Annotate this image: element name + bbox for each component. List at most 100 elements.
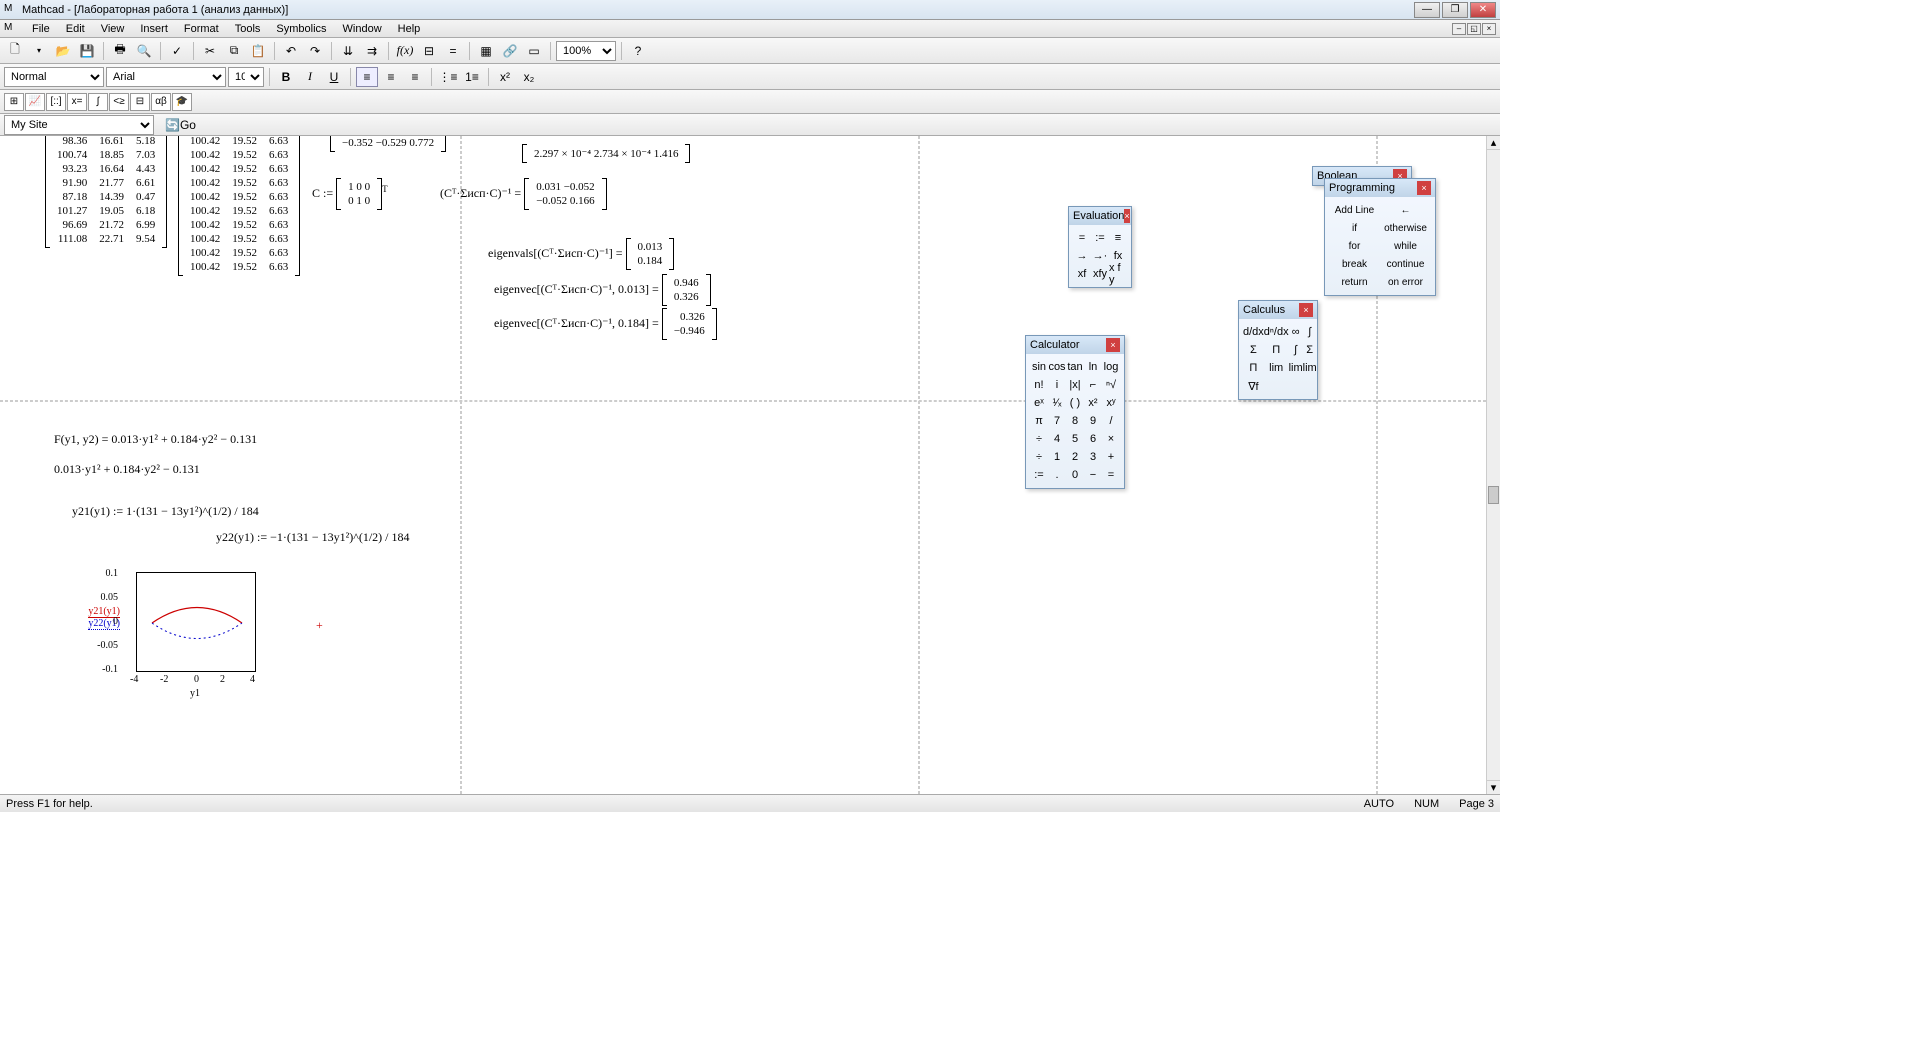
prog-btn[interactable]: break bbox=[1329, 255, 1380, 273]
menu-format[interactable]: Format bbox=[176, 23, 227, 35]
vertical-scrollbar[interactable]: ▴ ▾ bbox=[1486, 136, 1500, 794]
calc-btn[interactable]: 8 bbox=[1066, 412, 1084, 430]
calc-btn[interactable]: 7 bbox=[1048, 412, 1066, 430]
menu-tools[interactable]: Tools bbox=[227, 23, 269, 35]
calculator-palette-icon[interactable]: ⊞ bbox=[4, 93, 24, 111]
calculus-btn[interactable]: lim bbox=[1264, 359, 1289, 377]
eq-f-definition[interactable]: F(y1, y2) = 0.013·y1² + 0.184·y2² − 0.13… bbox=[54, 432, 257, 447]
matrix-data-mid[interactable]: 100.4219.526.63100.4219.526.63100.4219.5… bbox=[178, 136, 300, 276]
programming-palette-icon[interactable]: ⊟ bbox=[130, 93, 150, 111]
matrix-data-left[interactable]: 98.3616.615.18100.7418.857.0393.2316.644… bbox=[45, 136, 167, 248]
align-down-icon[interactable]: ⇊ bbox=[337, 41, 359, 61]
scroll-thumb[interactable] bbox=[1488, 486, 1499, 504]
palette-close-icon[interactable]: × bbox=[1124, 209, 1129, 223]
doc-close[interactable]: × bbox=[1482, 23, 1496, 35]
prog-btn[interactable]: continue bbox=[1380, 255, 1431, 273]
greek-palette-icon[interactable]: αβ bbox=[151, 93, 171, 111]
font-select[interactable]: Arial bbox=[106, 67, 226, 87]
calc-btn[interactable]: π bbox=[1030, 412, 1048, 430]
calculus-btn[interactable]: ∞ bbox=[1289, 323, 1303, 341]
calc-btn[interactable]: i bbox=[1048, 376, 1066, 394]
align-center-button[interactable]: ≡ bbox=[380, 67, 402, 87]
eval-assign[interactable]: := bbox=[1091, 229, 1109, 247]
doc-minimize[interactable]: – bbox=[1452, 23, 1466, 35]
menu-window[interactable]: Window bbox=[335, 23, 390, 35]
calculus-btn[interactable]: Σ bbox=[1243, 341, 1264, 359]
calculus-btn[interactable]: d/dx bbox=[1243, 323, 1264, 341]
calc-btn[interactable]: / bbox=[1102, 412, 1120, 430]
align-right-button[interactable]: ≡ bbox=[404, 67, 426, 87]
calc-btn[interactable]: x² bbox=[1084, 394, 1102, 412]
eq-c-definition[interactable]: C := 1 0 00 1 0T bbox=[312, 178, 388, 210]
calc-btn[interactable]: ÷ bbox=[1030, 430, 1048, 448]
calc-btn[interactable]: 6 bbox=[1084, 430, 1102, 448]
calc-btn[interactable]: 3 bbox=[1084, 448, 1102, 466]
calculus-palette[interactable]: Calculus× d/dxdⁿ/dx∞∫ΣΠ∫ΣΠlimlimlim∇f bbox=[1238, 300, 1318, 400]
new-dropdown-icon[interactable]: ▾ bbox=[28, 41, 50, 61]
print-icon[interactable]: 🖶 bbox=[109, 41, 131, 61]
cut-icon[interactable]: ✂ bbox=[199, 41, 221, 61]
evaluation-palette[interactable]: Evaluation× = := ≡ → →· fx xf xfy x f y bbox=[1068, 206, 1132, 288]
calc-btn[interactable]: ( ) bbox=[1066, 394, 1084, 412]
new-icon[interactable]: 🗋 bbox=[4, 41, 26, 61]
calc-btn[interactable]: − bbox=[1084, 466, 1102, 484]
spell-icon[interactable]: ✓ bbox=[166, 41, 188, 61]
calculator-palette[interactable]: Calculator× sincostanlnlogn!i|x|⌐ⁿ√eˣ¹⁄ₓ… bbox=[1025, 335, 1125, 489]
region-icon[interactable]: ▭ bbox=[523, 41, 545, 61]
calc-btn[interactable]: eˣ bbox=[1030, 394, 1048, 412]
eq-eigenvals[interactable]: eigenvals[(Cᵀ·Σисп·C)⁻¹] = 0.0130.184 bbox=[488, 238, 674, 270]
calculus-btn[interactable]: lim bbox=[1289, 359, 1303, 377]
zoom-select[interactable]: 100% bbox=[556, 41, 616, 61]
eval-xfy2[interactable]: x f y bbox=[1109, 265, 1127, 283]
close-button[interactable]: ✕ bbox=[1470, 2, 1496, 18]
numbering-button[interactable]: 1≡ bbox=[461, 67, 483, 87]
eval-arrowdot[interactable]: →· bbox=[1091, 247, 1109, 265]
calc-btn[interactable]: |x| bbox=[1066, 376, 1084, 394]
superscript-button[interactable]: x² bbox=[494, 67, 516, 87]
minimize-button[interactable]: — bbox=[1414, 2, 1440, 18]
calculus-btn[interactable]: dⁿ/dx bbox=[1264, 323, 1289, 341]
menu-help[interactable]: Help bbox=[390, 23, 429, 35]
prog-btn[interactable]: otherwise bbox=[1380, 219, 1431, 237]
eq-inverse[interactable]: (Cᵀ·Σисп·C)⁻¹ = 0.031 −0.052−0.052 0.166 bbox=[440, 178, 607, 210]
nav-select[interactable]: My Site bbox=[4, 115, 154, 135]
calc-btn[interactable]: 4 bbox=[1048, 430, 1066, 448]
prog-btn[interactable]: ← bbox=[1380, 201, 1431, 219]
eval-global[interactable]: ≡ bbox=[1109, 229, 1127, 247]
calc-btn[interactable]: ⌐ bbox=[1084, 376, 1102, 394]
calc-btn[interactable]: ln bbox=[1084, 358, 1102, 376]
eval-icon[interactable]: = bbox=[442, 41, 464, 61]
graph-palette-icon[interactable]: 📈 bbox=[25, 93, 45, 111]
palette-close-icon[interactable]: × bbox=[1299, 303, 1313, 317]
eq-y21[interactable]: y21(y1) := 1·(131 − 13y1²)^(1/2) / 184 bbox=[72, 504, 259, 519]
symbolic-palette-icon[interactable]: 🎓 bbox=[172, 93, 192, 111]
eq-eigenvec-1[interactable]: eigenvec[(Cᵀ·Σисп·C)⁻¹, 0.013] = 0.9460.… bbox=[494, 274, 711, 306]
style-select[interactable]: Normal bbox=[4, 67, 104, 87]
prog-btn[interactable]: for bbox=[1329, 237, 1380, 255]
calc-btn[interactable]: 9 bbox=[1084, 412, 1102, 430]
calc-btn[interactable]: n! bbox=[1030, 376, 1048, 394]
calc-btn[interactable]: × bbox=[1102, 430, 1120, 448]
preview-icon[interactable]: 🔍 bbox=[133, 41, 155, 61]
calculus-palette-icon[interactable]: ∫ bbox=[88, 93, 108, 111]
calc-btn[interactable]: + bbox=[1102, 448, 1120, 466]
prog-btn[interactable]: return bbox=[1329, 273, 1380, 291]
help-icon[interactable]: ? bbox=[627, 41, 649, 61]
prog-btn[interactable]: if bbox=[1329, 219, 1380, 237]
calculus-btn[interactable]: Π bbox=[1264, 341, 1289, 359]
calc-btn[interactable]: ¹⁄ₓ bbox=[1048, 394, 1066, 412]
redo-icon[interactable]: ↷ bbox=[304, 41, 326, 61]
calculus-btn[interactable]: ∫ bbox=[1303, 323, 1317, 341]
save-icon[interactable]: 💾 bbox=[76, 41, 98, 61]
calc-btn[interactable]: cos bbox=[1048, 358, 1066, 376]
calc-btn[interactable]: log bbox=[1102, 358, 1120, 376]
size-select[interactable]: 10 bbox=[228, 67, 264, 87]
programming-palette[interactable]: Programming× Add Line←ifotherwiseforwhil… bbox=[1324, 178, 1436, 296]
units-icon[interactable]: ⊟ bbox=[418, 41, 440, 61]
calc-btn[interactable]: tan bbox=[1066, 358, 1084, 376]
matrix-palette-icon[interactable]: [::] bbox=[46, 93, 66, 111]
eq-eigenvec-2[interactable]: eigenvec[(Cᵀ·Σисп·C)⁻¹, 0.184] = 0.326−0… bbox=[494, 308, 717, 340]
calc-btn[interactable]: = bbox=[1102, 466, 1120, 484]
undo-icon[interactable]: ↶ bbox=[280, 41, 302, 61]
bullets-button[interactable]: ⋮≡ bbox=[437, 67, 459, 87]
